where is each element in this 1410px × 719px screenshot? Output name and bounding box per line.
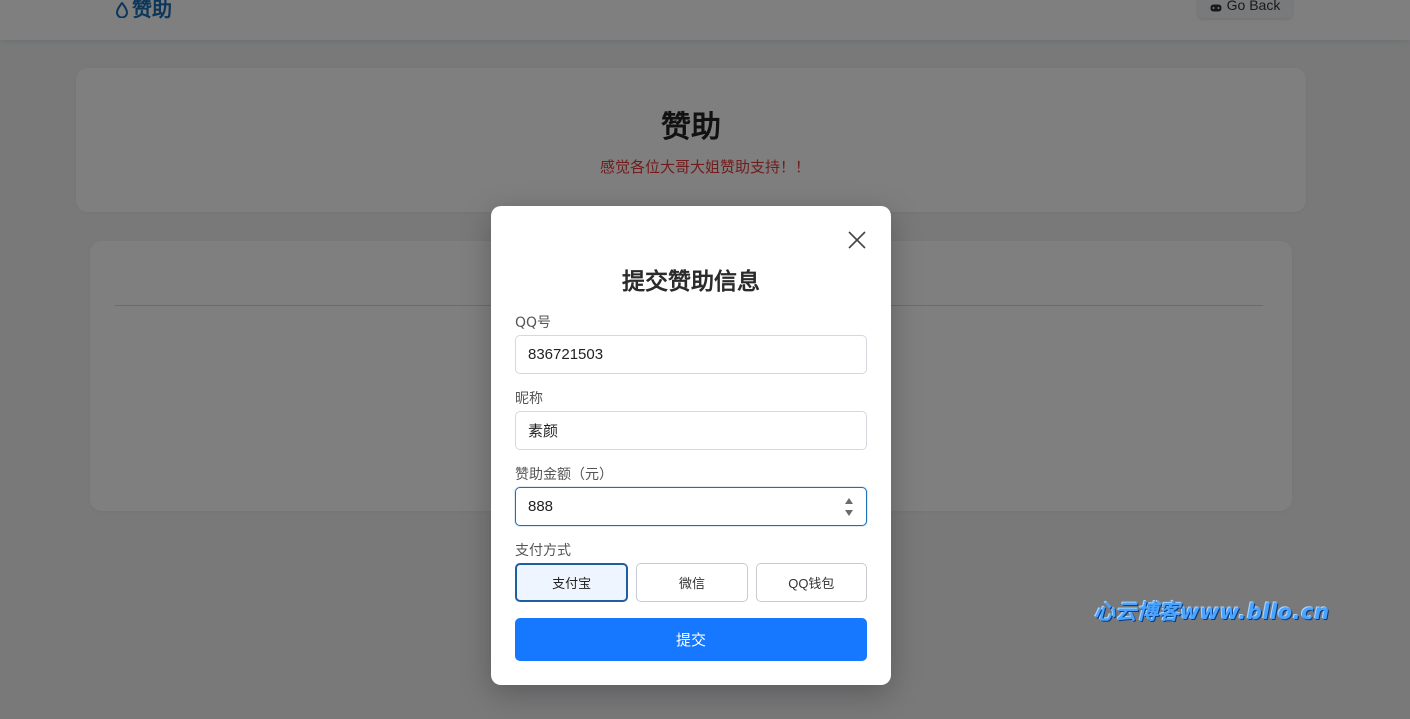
amount-value: 888 [528, 498, 554, 515]
pay-option-alipay[interactable]: 支付宝 [515, 563, 629, 602]
page: 赞助 Go Back 赞助 感觉各位大哥大姐赞助支持！！ 心云博客www.bll… [0, 0, 1410, 719]
pay-option-qqwallet[interactable]: QQ钱包 [755, 563, 867, 602]
amount-label: 赞助金额（元） [515, 467, 613, 483]
payment-options: 支付宝 微信 QQ钱包 [515, 563, 867, 602]
nickname-value: 素颜 [528, 423, 559, 440]
close-button[interactable] [843, 228, 871, 256]
submit-button[interactable]: 提交 [515, 618, 867, 661]
pay-option-wechat[interactable]: 微信 [636, 563, 748, 602]
qq-value: 836721503 [528, 346, 604, 363]
nickname-input[interactable]: 素颜 [515, 411, 867, 450]
stepper-down-icon[interactable] [845, 510, 853, 516]
amount-input[interactable]: 888 [515, 487, 867, 526]
nickname-label: 昵称 [515, 391, 543, 407]
stepper-arrows-icon[interactable] [844, 498, 854, 516]
payment-label: 支付方式 [515, 543, 571, 559]
close-icon [847, 230, 867, 254]
sponsor-modal: 提交赞助信息 QQ号 836721503 昵称 素颜 赞助金额（元） 888 支… [491, 206, 891, 685]
modal-title: 提交赞助信息 [622, 269, 760, 295]
qq-input[interactable]: 836721503 [515, 335, 867, 374]
watermark: 心云博客www.bllo.cn [1094, 600, 1330, 624]
qq-label: QQ号 [515, 315, 552, 331]
stepper-up-icon[interactable] [845, 498, 853, 504]
